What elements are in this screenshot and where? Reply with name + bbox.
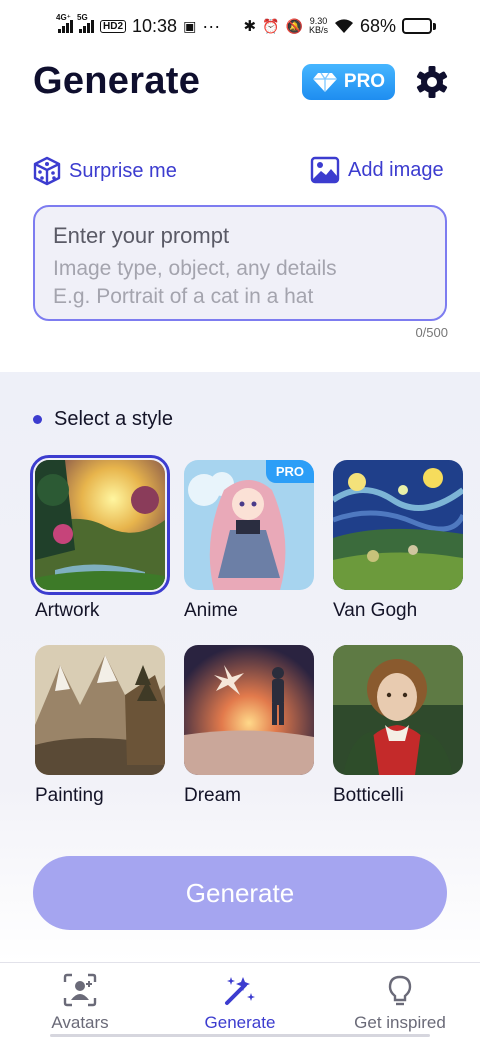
battery-icon (402, 18, 436, 34)
prompt-placeholder-example: E.g. Portrait of a cat in a hat (53, 285, 314, 308)
style-card-botticelli[interactable]: Botticelli (333, 645, 467, 807)
signal-icon-2: 5G (77, 13, 94, 33)
style-card-artwork[interactable]: Artwork (30, 455, 170, 622)
nav-label-get-inspired: Get inspired (354, 1013, 446, 1032)
notification-icon: ▣ (183, 17, 197, 34)
surprise-me-label: Surprise me (69, 159, 177, 182)
battery-body (402, 18, 432, 34)
starry-night-image (333, 460, 463, 590)
style-label-botticelli: Botticelli (333, 785, 404, 806)
style-thumb-botticelli (333, 645, 463, 775)
style-card-van-gogh[interactable]: Van Gogh (333, 460, 467, 622)
style-label-dream: Dream (184, 785, 242, 806)
section-dot-icon (33, 415, 42, 424)
dream-figure-image (184, 645, 314, 775)
dice-icon (33, 156, 61, 186)
bottom-nav: Avatars Generate Get inspired (0, 962, 480, 1040)
battery-percent: 68% (359, 15, 396, 36)
mute-icon: 🔕 (285, 17, 303, 34)
character-count: 0/500 (415, 325, 448, 340)
nav-item-get-inspired[interactable]: Get inspired (340, 973, 460, 1033)
more-notifications-icon: ··· (202, 15, 221, 36)
style-card-painting[interactable]: Painting (35, 645, 169, 807)
alarm-icon: ⏰ (262, 17, 280, 34)
signal-icon-1: 4G⁺ (56, 13, 73, 33)
nav-label-avatars: Avatars (51, 1013, 109, 1032)
speed-unit: KB/s (308, 25, 328, 35)
surprise-me-button[interactable]: Surprise me (33, 156, 177, 186)
generate-button[interactable]: Generate (33, 856, 447, 930)
prompt-placeholder-title: Enter your prompt (53, 223, 230, 248)
style-thumb-van-gogh (333, 460, 463, 590)
style-section-title: Select a style (33, 408, 173, 431)
settings-gear-icon[interactable] (414, 64, 450, 100)
style-section-label: Select a style (54, 408, 173, 430)
style-card-anime[interactable]: PRO Anime (184, 460, 318, 622)
anime-pro-badge: PRO (265, 460, 314, 483)
add-image-label: Add image (348, 158, 444, 181)
prompt-input[interactable]: Enter your prompt Image type, object, an… (33, 205, 447, 321)
status-left: 4G⁺ 5G HD2 10:38 ▣ ··· (56, 13, 221, 37)
style-label-artwork: Artwork (35, 600, 100, 621)
botticelli-portrait-image (333, 645, 463, 775)
network-speed: 9.30 KB/s (309, 17, 328, 35)
nav-item-generate[interactable]: Generate (180, 973, 300, 1033)
magic-wand-icon (225, 977, 255, 1005)
status-right: ✱ ⏰ 🔕 9.30 KB/s 68% (243, 15, 436, 37)
bluetooth-icon: ✱ (243, 18, 257, 35)
nav-item-avatars[interactable]: Avatars (20, 973, 140, 1033)
lightbulb-icon (388, 975, 412, 1006)
add-image-button[interactable]: Add image (310, 156, 444, 184)
nav-label-generate: Generate (204, 1013, 276, 1032)
style-thumb-anime: PRO (184, 460, 314, 590)
style-thumb-painting (35, 645, 165, 775)
image-icon (310, 156, 340, 184)
prompt-placeholder-hint: Image type, object, any details (53, 257, 337, 280)
artwork-landscape-image (35, 460, 165, 590)
hd-voice-icon: HD2 (100, 19, 127, 33)
status-time: 10:38 (132, 15, 178, 36)
wifi-icon (334, 19, 353, 33)
avatar-scan-icon (63, 973, 97, 1007)
style-card-dream[interactable]: Dream (184, 645, 318, 807)
battery-tip (433, 22, 436, 30)
pro-button[interactable]: PRO (302, 64, 395, 100)
style-label-painting: Painting (35, 785, 104, 806)
mountain-painting-image (35, 645, 165, 775)
style-thumb-artwork (30, 455, 170, 595)
style-thumb-dream (184, 645, 314, 775)
style-label-van-gogh: Van Gogh (333, 600, 418, 621)
status-bar: 4G⁺ 5G HD2 10:38 ▣ ··· ✱ ⏰ 🔕 9.30 KB/s 68… (0, 0, 480, 52)
diamond-icon (312, 72, 337, 92)
home-indicator[interactable] (50, 1034, 430, 1037)
style-label-anime: Anime (184, 600, 238, 621)
page-title: Generate (33, 60, 201, 102)
pro-label: PRO (343, 71, 386, 92)
